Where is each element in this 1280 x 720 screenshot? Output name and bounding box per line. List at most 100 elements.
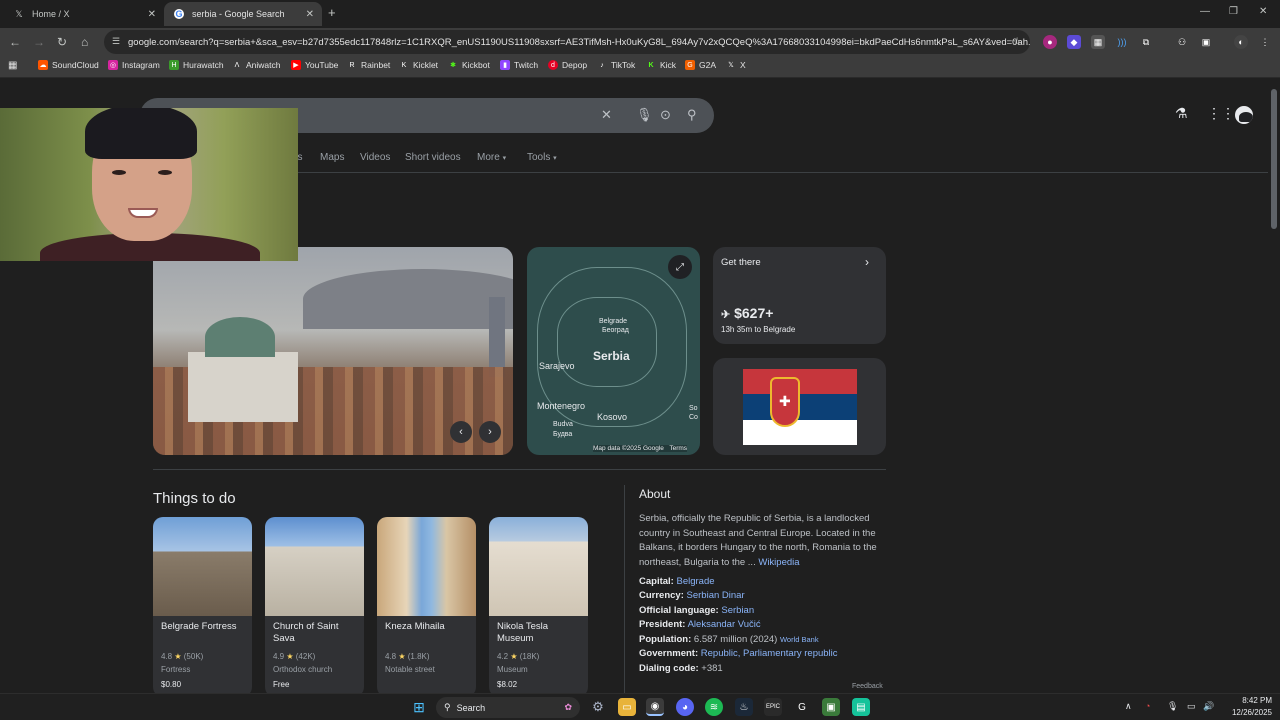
tab-google-search[interactable]: G serbia - Google Search ✕ bbox=[164, 2, 322, 26]
settings-gear-icon[interactable]: ⚙ bbox=[589, 698, 607, 716]
place-image bbox=[265, 517, 364, 616]
fact-value[interactable]: Aleksandar Vučić bbox=[688, 619, 761, 630]
bookmark-youtube[interactable]: ▶ YouTube bbox=[291, 60, 338, 70]
tray-app-icon[interactable]: ◔ bbox=[1145, 701, 1150, 711]
tab-strip: 𝕏 Home / X ✕ G serbia - Google Search ✕ … bbox=[0, 0, 1280, 28]
expand-map-icon[interactable]: ⤢ bbox=[668, 255, 692, 279]
tab-title: serbia - Google Search bbox=[192, 9, 285, 19]
extensions-puzzle-icon[interactable]: ⧉ bbox=[1139, 35, 1153, 49]
extension-2-icon[interactable]: ◆ bbox=[1067, 35, 1081, 49]
bookmark-kick[interactable]: K Kick bbox=[646, 60, 676, 70]
bookmark-hurawatch[interactable]: H Hurawatch bbox=[169, 60, 224, 70]
bookmark-g2a[interactable]: G G2A bbox=[685, 60, 716, 70]
close-icon[interactable]: ✕ bbox=[306, 9, 314, 20]
close-icon[interactable]: ✕ bbox=[148, 9, 156, 20]
tab-home-x[interactable]: 𝕏 Home / X ✕ bbox=[4, 2, 164, 26]
chrome-icon[interactable]: ◉ bbox=[646, 698, 664, 716]
map-label-budva: Budva bbox=[553, 421, 573, 428]
file-explorer-icon[interactable]: ▭ bbox=[618, 698, 636, 716]
taskbar-clock[interactable]: 8:42 PM 12/26/2025 bbox=[1226, 695, 1272, 719]
app-green-icon[interactable]: ▤ bbox=[852, 698, 870, 716]
bookmark-depop[interactable]: d Depop bbox=[548, 60, 587, 70]
address-bar[interactable]: ☰ google.com/search?q=serbia+&sca_esv=b2… bbox=[104, 30, 1030, 54]
fact-value[interactable]: Belgrade bbox=[676, 576, 714, 587]
tab-more[interactable]: More ▾ bbox=[477, 152, 506, 163]
page-scrollbar[interactable] bbox=[1268, 79, 1280, 693]
bookmark-twitch[interactable]: ▮ Twitch bbox=[500, 60, 538, 70]
fact-value[interactable]: Serbian Dinar bbox=[687, 590, 745, 601]
windows-start-icon[interactable]: ⊞ bbox=[410, 698, 428, 716]
search-icon[interactable]: ⚲ bbox=[687, 107, 697, 123]
microphone-icon[interactable]: 🎙 bbox=[1167, 701, 1178, 712]
avatar[interactable] bbox=[1233, 104, 1255, 126]
reload-button[interactable]: ↻ bbox=[57, 35, 67, 49]
kick-icon: K bbox=[648, 61, 654, 69]
tab-maps[interactable]: Maps bbox=[320, 152, 344, 163]
place-card-nikola-tesla-museum[interactable]: Nikola Tesla Museum 4.2 ★ (18K) Museum $… bbox=[489, 517, 588, 693]
carousel-prev-button[interactable]: ‹ bbox=[450, 421, 472, 443]
tray-chevron-icon[interactable]: ∧ bbox=[1125, 701, 1132, 712]
extension-4-icon[interactable]: ))) bbox=[1115, 35, 1129, 49]
tab-tools[interactable]: Tools ▾ bbox=[527, 152, 557, 163]
discord-icon[interactable]: ◕ bbox=[676, 698, 694, 716]
extension-1-icon[interactable]: ● bbox=[1043, 35, 1057, 49]
fact-source-link[interactable]: World Bank bbox=[780, 635, 819, 644]
sidepanel-icon[interactable]: ▣ bbox=[1199, 35, 1213, 49]
place-card-kneza-mihaila[interactable]: Kneza Mihaila 4.8 ★ (1.8K) Notable stree… bbox=[377, 517, 476, 693]
close-window-button[interactable]: ✕ bbox=[1259, 6, 1267, 17]
bookmark-label: SoundCloud bbox=[52, 60, 99, 70]
place-card-belgrade-fortress[interactable]: Belgrade Fortress 4.8 ★ (50K) Fortress $… bbox=[153, 517, 252, 693]
scrollbar-thumb[interactable] bbox=[1271, 89, 1277, 229]
bookmark-x[interactable]: 𝕏X bbox=[726, 60, 746, 70]
lens-camera-icon[interactable]: ⊙ bbox=[660, 107, 671, 123]
bookmark-rainbet[interactable]: R Rainbet bbox=[347, 60, 390, 70]
epic-games-icon[interactable]: EPIC bbox=[764, 698, 782, 716]
g-hub-icon[interactable]: G bbox=[793, 698, 811, 716]
steam-icon[interactable]: ♨ bbox=[735, 698, 753, 716]
place-card-church-of-saint-sava[interactable]: Church of Saint Sava 4.9 ★ (42K) Orthodo… bbox=[265, 517, 364, 693]
volume-icon[interactable]: 🔊 bbox=[1203, 701, 1214, 712]
bookmark-soundcloud[interactable]: ☁ SoundCloud bbox=[38, 60, 99, 70]
restore-button[interactable]: ❐ bbox=[1229, 6, 1238, 17]
fact-population: Population: 6.587 million (2024) World B… bbox=[639, 634, 819, 645]
bookmark-kickbot[interactable]: ✱ Kickbot bbox=[448, 60, 490, 70]
map-preview[interactable]: ⤢ Belgrade Београд Serbia Sarajevo Monte… bbox=[527, 247, 700, 455]
clear-icon[interactable]: ✕ bbox=[601, 107, 612, 123]
labs-flask-icon[interactable]: ⚗ bbox=[1175, 105, 1188, 122]
bookmark-aniwatch[interactable]: Λ Aniwatch bbox=[232, 60, 281, 70]
home-button[interactable]: ⌂ bbox=[81, 35, 88, 49]
map-terms-link[interactable]: Terms bbox=[669, 445, 687, 452]
tab-videos[interactable]: Videos bbox=[360, 152, 390, 163]
bookmark-kicklet[interactable]: K Kicklet bbox=[399, 60, 438, 70]
feedback-link[interactable]: Feedback bbox=[852, 683, 883, 690]
microphone-icon[interactable]: 🎙 bbox=[636, 107, 653, 123]
spotify-icon[interactable]: ≋ bbox=[705, 698, 723, 716]
wikipedia-link[interactable]: Wikipedia bbox=[758, 557, 799, 568]
back-button[interactable]: ← bbox=[9, 35, 21, 49]
rating-value: 4.2 bbox=[497, 652, 509, 661]
new-tab-button[interactable]: + bbox=[328, 5, 336, 20]
taskbar-search[interactable]: ⚲ Search ✿ bbox=[436, 697, 580, 718]
monitor-app-icon[interactable]: ▣ bbox=[822, 698, 840, 716]
flag-card[interactable] bbox=[713, 358, 886, 455]
minimize-button[interactable]: — bbox=[1200, 6, 1210, 17]
fact-value: +381 bbox=[701, 663, 723, 674]
incognito-icon[interactable]: ⚇ bbox=[1175, 35, 1189, 49]
fact-official-language: Official language: Serbian bbox=[639, 605, 754, 616]
extension-3-icon[interactable]: ▦ bbox=[1091, 35, 1105, 49]
bookmark-star-icon[interactable]: ☆ bbox=[1012, 35, 1022, 48]
tab-short-videos[interactable]: Short videos bbox=[405, 152, 461, 163]
get-there-card[interactable]: Get there › ✈ $627+ 13h 35m to Belgrade bbox=[713, 247, 886, 344]
profile-avatar-icon[interactable]: ◐ bbox=[1234, 35, 1248, 49]
network-icon[interactable]: ▭ bbox=[1187, 701, 1196, 712]
fact-value[interactable]: Serbian bbox=[721, 605, 754, 616]
carousel-next-button[interactable]: › bbox=[479, 421, 501, 443]
fact-value[interactable]: Republic, Parliamentary republic bbox=[701, 648, 838, 659]
apps-grid-icon[interactable]: ▦ bbox=[8, 60, 17, 71]
site-info-icon[interactable]: ☰ bbox=[112, 36, 120, 47]
menu-dots-icon[interactable]: ⋮ bbox=[1258, 35, 1272, 49]
bookmark-tiktok[interactable]: ♪ TikTok bbox=[597, 60, 635, 70]
apps-grid-icon[interactable]: ⋮⋮ bbox=[1207, 105, 1235, 122]
bookmark-instagram[interactable]: ◎ Instagram bbox=[108, 60, 160, 70]
forward-button[interactable]: → bbox=[33, 35, 45, 49]
